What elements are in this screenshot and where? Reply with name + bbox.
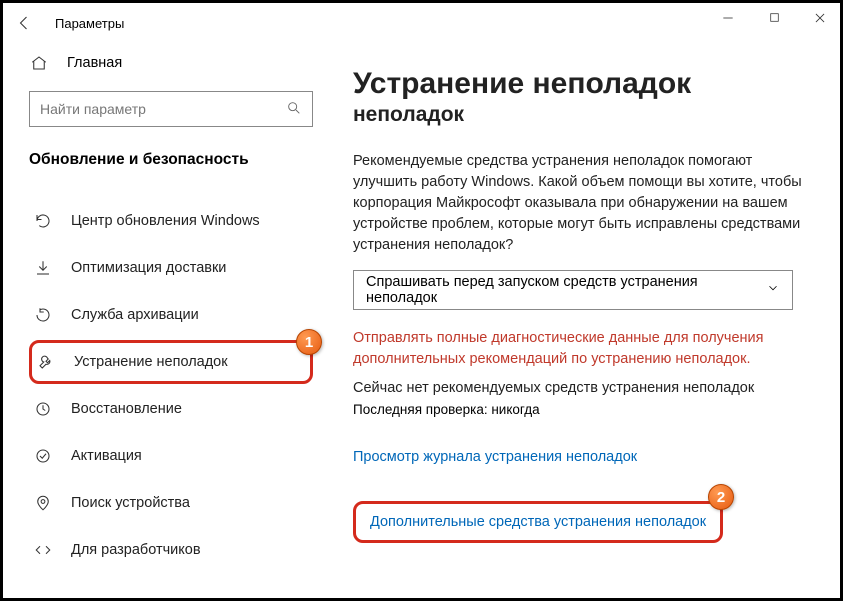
sidebar-item-label: Центр обновления Windows [71,213,260,229]
minimize-button[interactable] [716,11,740,28]
location-icon [33,493,53,513]
sidebar-item-developers[interactable]: Для разработчиков [29,528,313,572]
close-button[interactable] [808,11,832,28]
sidebar-item-troubleshoot[interactable]: Устранение неполадок 1 [29,340,313,384]
sidebar-item-label: Оптимизация доставки [71,260,226,276]
callout-1: 1 [296,329,322,355]
refresh-icon [33,211,53,231]
sidebar-item-label: Устранение неполадок [74,354,228,370]
sidebar-item-label: Служба архивации [71,307,199,323]
additional-troubleshooters-highlight: Дополнительные средства устранения непол… [353,501,723,543]
wrench-icon [36,352,56,372]
check-icon [33,446,53,466]
view-history-link[interactable]: Просмотр журнала устранения неполадок [353,449,810,465]
download-icon [33,258,53,278]
troubleshoot-mode-dropdown[interactable]: Спрашивать перед запуском средств устран… [353,270,793,310]
home-label: Главная [67,55,122,71]
maximize-button[interactable] [762,11,786,28]
home-nav[interactable]: Главная [29,43,313,83]
backup-icon [33,305,53,325]
diagnostic-warning: Отправлять полные диагностические данные… [353,328,810,370]
code-icon [33,540,53,560]
home-icon [29,53,49,73]
page-heading: Устранение неполадок [353,67,810,101]
no-troubleshooters-text: Сейчас нет рекомендуемых средств устране… [353,380,810,396]
sidebar-item-activation[interactable]: Активация [29,434,313,478]
last-check-text: Последняя проверка: никогда [353,402,810,417]
sidebar-item-backup[interactable]: Служба архивации [29,293,313,337]
page-subheading: неполадок [353,103,810,127]
dropdown-value: Спрашивать перед запуском средств устран… [366,274,766,306]
sidebar-item-recovery[interactable]: Восстановление [29,387,313,431]
window-title: Параметры [55,16,124,31]
sidebar-item-windows-update[interactable]: Центр обновления Windows [29,199,313,243]
search-input[interactable]: Найти параметр [29,91,313,127]
sidebar-item-delivery-optimization[interactable]: Оптимизация доставки [29,246,313,290]
chevron-down-icon [766,281,780,299]
clock-icon [33,399,53,419]
sidebar-item-label: Для разработчиков [71,542,201,558]
search-icon [286,100,302,119]
back-button[interactable] [13,11,37,35]
additional-troubleshooters-link[interactable]: Дополнительные средства устранения непол… [370,514,706,530]
sidebar-item-find-device[interactable]: Поиск устройства [29,481,313,525]
sidebar-item-label: Активация [71,448,142,464]
callout-2: 2 [708,484,734,510]
sidebar-item-label: Восстановление [71,401,182,417]
intro-text: Рекомендуемые средства устранения непола… [353,151,810,256]
section-heading: Обновление и безопасность [29,151,313,169]
sidebar-item-label: Поиск устройства [71,495,190,511]
search-placeholder: Найти параметр [40,101,146,117]
